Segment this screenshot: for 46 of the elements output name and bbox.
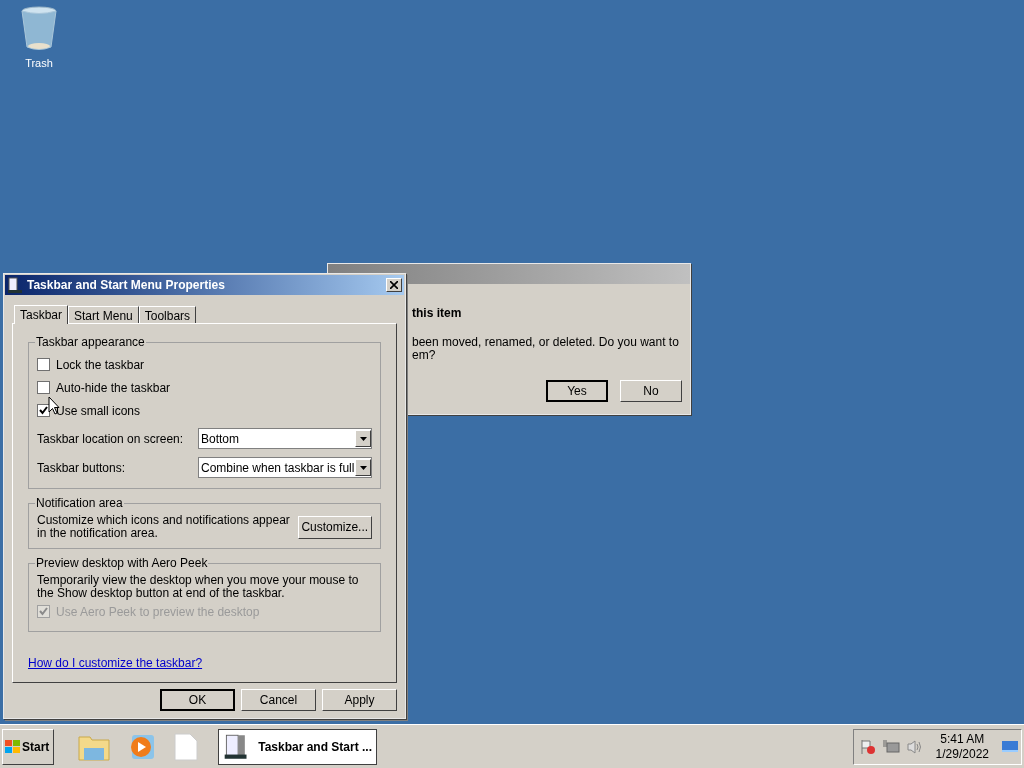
checkbox-label: Auto-hide the taskbar (56, 379, 171, 397)
windows-logo-icon (5, 739, 21, 754)
checkbox[interactable] (37, 381, 50, 394)
close-button[interactable] (386, 278, 402, 292)
group-title: Notification area (35, 496, 124, 510)
desktop-icon-label: Trash (25, 56, 53, 71)
field-label: Taskbar location on screen: (37, 430, 184, 448)
flag-icon[interactable] (859, 738, 876, 755)
clock-date: 1/29/2022 (935, 746, 989, 762)
close-icon (390, 281, 398, 289)
tab[interactable]: Taskbar (14, 305, 69, 324)
start-button[interactable]: Start (2, 728, 54, 765)
network-icon[interactable] (881, 738, 900, 755)
customize-button[interactable]: Customize... (297, 515, 372, 539)
dialog-button[interactable]: OK (160, 689, 235, 711)
speaker-icon[interactable] (905, 738, 924, 755)
dialog-message: been moved, renamed, or deleted. Do you want to em? (412, 336, 680, 362)
checkbox[interactable] (37, 404, 50, 417)
caret-icon (359, 465, 367, 470)
dropdown[interactable]: Combine when taskbar is full (198, 457, 372, 478)
peek-description: Temporarily view the desktop when you move your mouse to the Show desktop button at end of the taskbar. (37, 574, 360, 600)
window-title: Taskbar and Start Menu Properties (27, 277, 225, 294)
dialog-button[interactable]: Yes (546, 380, 608, 402)
tab[interactable]: Start Menu (68, 306, 139, 323)
media-player-icon[interactable] (128, 732, 156, 761)
window-icon (7, 277, 23, 293)
help-link[interactable]: How do I customize the taskbar? (28, 654, 203, 672)
group-title: Taskbar appearance (35, 335, 146, 349)
dialog-button[interactable]: Cancel (241, 689, 316, 711)
dialog-button[interactable]: Apply (322, 689, 397, 711)
document-icon[interactable] (174, 732, 198, 761)
checkbox[interactable] (37, 358, 50, 371)
dialog-button[interactable]: No (620, 380, 682, 402)
trash-bin-icon[interactable] (20, 6, 58, 52)
field-label: Taskbar buttons: (37, 459, 126, 477)
caret-icon (359, 436, 367, 441)
taskbar-window-button[interactable]: Taskbar and Start ... (218, 728, 377, 765)
tab[interactable]: Toolbars (138, 306, 197, 323)
clock-time: 5:41 AM (940, 731, 985, 747)
checkbox-label: Lock the taskbar (56, 356, 145, 374)
dropdown[interactable]: Bottom (198, 428, 372, 449)
notification-description: Customize which icons and notifications appear in the notification area. (37, 514, 291, 540)
dialog-heading: this item (412, 305, 463, 322)
checkbox-label: Use small icons (56, 402, 141, 420)
group-title: Preview desktop with Aero Peek (35, 556, 209, 570)
show-desktop-icon[interactable] (1001, 738, 1019, 755)
